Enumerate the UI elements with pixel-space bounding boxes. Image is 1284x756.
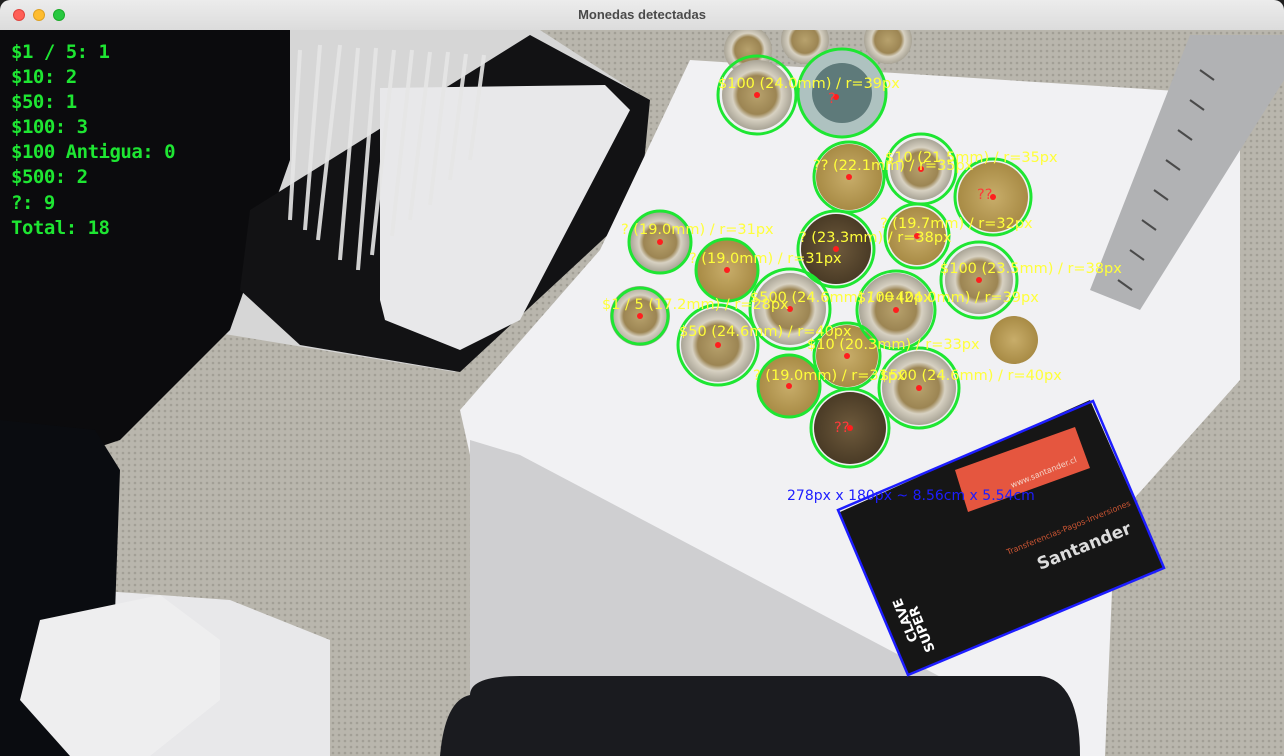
count-50: $50: 1 [11,91,77,114]
center-dot [916,385,922,391]
count-unknown: ?: 9 [11,191,55,214]
detection-label: $500 (24.6mm) / r=40px [880,368,1062,384]
center-dot [637,313,643,319]
count-10: $10: 2 [11,66,77,89]
title-bar: Monedas detectadas [0,0,1284,31]
detection-label: $100 (24.0mm) / r=39px [718,76,900,92]
counts-overlay: $1 / 5: 1 $10: 2 $50: 1 $100: 3 $100 Ant… [11,40,176,241]
detection-label: $100 (23.5mm) / r=38px [940,261,1122,277]
center-dot [715,342,721,348]
detection-label: ? (19.0mm) / r=31px [621,222,774,238]
detection-label: ? (19.0mm) / r=31px [689,251,842,267]
center-dot [976,277,982,283]
count-total: Total: 18 [11,216,110,239]
detection-label: ? (23.3mm) / r=38px [799,230,952,246]
center-dot [844,353,850,359]
detection-label: ?? [834,420,849,436]
detection-label: $10 (20.3mm) / r=33px [807,337,980,353]
detection-label: ?? [977,187,992,203]
app-window: Monedas detectadas Santander SUPER CLAVE… [0,0,1284,756]
center-dot [657,239,663,245]
center-dot [724,267,730,273]
camera-frame: Santander SUPER CLAVE Transferencias-Pag… [0,30,1284,756]
count-100-old: $100 Antigua: 0 [11,141,176,164]
count-500: $500: 2 [11,166,88,189]
center-dot [754,92,760,98]
count-100: $100: 3 [11,116,88,139]
count-1-5: $1 / 5: 1 [11,41,110,63]
detection-label: ? [828,91,836,107]
center-dot [846,174,852,180]
scene: Santander SUPER CLAVE Transferencias-Pag… [0,30,1284,756]
window-title: Monedas detectadas [578,7,706,22]
detection-label: $10 (21.5mm) / r=35px [885,150,1058,166]
coin [812,63,872,123]
background-scene [0,30,1284,756]
card-measure-label: 278px x 180px ~ 8.56cm x 5.54cm [787,488,1035,504]
center-dot [893,307,899,313]
detection-label: $100 (24.0mm) / r=39px [857,290,1039,306]
